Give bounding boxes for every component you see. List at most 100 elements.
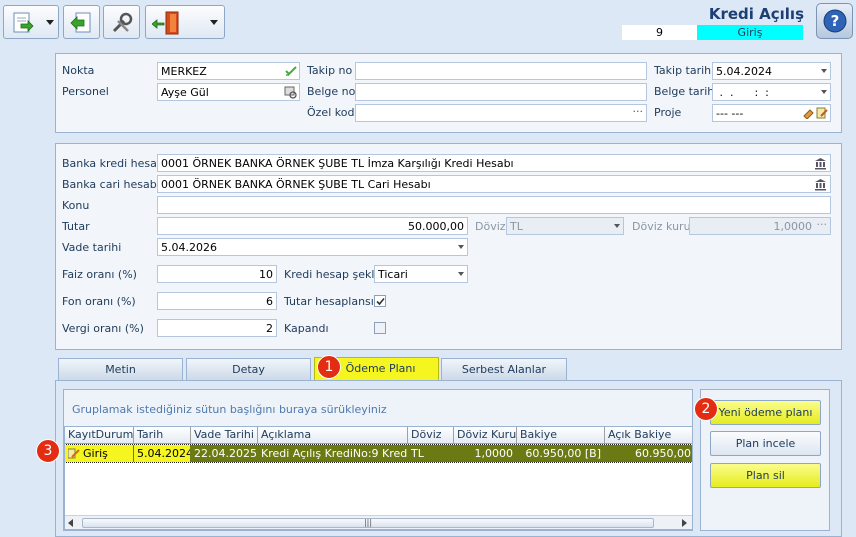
col-header-acik-bakiye[interactable]: Açık Bakiye bbox=[605, 427, 692, 443]
new-payment-plan-button[interactable]: Yeni ödeme planı bbox=[710, 400, 821, 425]
doviz-kuru-label: Döviz kuru bbox=[632, 220, 691, 233]
status-value: Giriş bbox=[83, 447, 108, 460]
vade-label: Vade tarihi bbox=[62, 241, 122, 254]
vade-field[interactable]: 5.04.2026 bbox=[157, 238, 468, 256]
belge-tarihi-value: . . : : bbox=[716, 86, 769, 99]
help-icon: ? bbox=[823, 9, 847, 33]
tab-serbest-alanlar[interactable]: Serbest Alanlar bbox=[441, 358, 567, 380]
new-document-button[interactable] bbox=[3, 5, 59, 39]
chevron-down-icon[interactable] bbox=[458, 272, 464, 276]
cell-doviz: TL bbox=[408, 445, 454, 462]
banka-kredi-label: Banka kredi hesabı bbox=[62, 157, 167, 170]
banka-kredi-field[interactable]: 0001 ÖRNEK BANKA ÖRNEK ŞUBE TL İmza Karş… bbox=[157, 154, 831, 172]
cell-vade-tarihi: 22.04.2025 bbox=[191, 445, 258, 462]
col-header-kayitdurumu[interactable]: KayıtDurumu bbox=[65, 427, 134, 443]
doviz-field: TL bbox=[506, 217, 624, 235]
tab-metin[interactable]: Metin bbox=[58, 358, 183, 380]
fon-label: Fon oranı (%) bbox=[62, 295, 136, 308]
kapandi-checkbox[interactable] bbox=[374, 322, 386, 334]
proje-value: --- --- bbox=[716, 107, 744, 120]
exit-button[interactable] bbox=[145, 5, 225, 39]
belge-no-label: Belge no bbox=[307, 85, 356, 98]
scroll-thumb[interactable]: ||| bbox=[82, 518, 654, 528]
horizontal-scrollbar[interactable]: ||| bbox=[65, 515, 692, 529]
scroll-right-icon[interactable] bbox=[682, 519, 687, 527]
table-row[interactable]: Giriş 5.04.2024 22.04.2025 Kredi Açılış … bbox=[65, 444, 692, 463]
tutar-label: Tutar bbox=[62, 220, 90, 233]
exit-dropdown-arrow-icon[interactable] bbox=[210, 20, 218, 25]
lookup-icon bbox=[284, 86, 297, 99]
cell-bakiye: 60.950,00 [B] bbox=[517, 445, 605, 462]
col-header-tarih[interactable]: Tarih bbox=[134, 427, 191, 443]
doviz-kuru-field: 1,0000 ··· bbox=[689, 217, 831, 235]
step-badge-3: 3 bbox=[36, 439, 60, 463]
takip-tarihi-field[interactable]: 5.04.2024 bbox=[712, 62, 831, 80]
group-hint: Gruplamak istediğiniz sütun başlığını bu… bbox=[72, 403, 387, 416]
edit-pencil-icon bbox=[68, 448, 80, 459]
clear-icon[interactable] bbox=[802, 107, 814, 119]
back-arrow-icon bbox=[70, 12, 91, 33]
ellipsis-icon[interactable]: ··· bbox=[633, 105, 644, 118]
belge-tarihi-label: Belge tarihi bbox=[654, 85, 718, 98]
bank-icon[interactable] bbox=[814, 178, 827, 191]
col-header-vade-tarihi[interactable]: Vade Tarihi bbox=[191, 427, 258, 443]
chevron-down-icon[interactable] bbox=[821, 69, 827, 73]
proje-field[interactable]: --- --- bbox=[712, 104, 831, 122]
col-header-bakiye[interactable]: Bakiye bbox=[517, 427, 605, 443]
record-no: 9 bbox=[622, 25, 697, 40]
scroll-left-icon[interactable] bbox=[68, 519, 73, 527]
checkmark-icon bbox=[376, 297, 385, 306]
tutar-field[interactable]: 50.000,00 bbox=[157, 217, 468, 235]
data-grid: KayıtDurumu Tarih Vade Tarihi Açıklama D… bbox=[64, 426, 693, 530]
kredi-sekli-field[interactable]: Ticari bbox=[374, 265, 468, 283]
doviz-value: TL bbox=[510, 220, 523, 233]
help-button[interactable]: ? bbox=[816, 3, 853, 39]
ozel-kod-field[interactable]: ··· bbox=[355, 104, 647, 122]
edit-icon[interactable] bbox=[816, 107, 828, 119]
ellipsis-icon: ··· bbox=[816, 218, 828, 231]
takip-no-field[interactable] bbox=[355, 62, 647, 80]
grid-header: KayıtDurumu Tarih Vade Tarihi Açıklama D… bbox=[65, 427, 692, 444]
konu-field[interactable] bbox=[157, 196, 831, 214]
dropdown-arrow-icon[interactable] bbox=[46, 20, 54, 25]
personel-label: Personel bbox=[62, 85, 109, 98]
tutar-hesap-label: Tutar hesaplansın bbox=[284, 295, 381, 308]
cell-acik-bakiye: 60.950,00 bbox=[635, 447, 691, 460]
faiz-label: Faiz oranı (%) bbox=[62, 268, 137, 281]
tab-detay[interactable]: Detay bbox=[186, 358, 311, 380]
bank-icon[interactable] bbox=[814, 157, 827, 170]
doviz-kuru-value: 1,0000 bbox=[773, 220, 813, 233]
back-button[interactable] bbox=[63, 5, 100, 39]
cell-doviz-kuru: 1,0000 bbox=[454, 445, 517, 462]
takip-no-label: Takip no bbox=[307, 64, 353, 77]
chevron-down-icon[interactable] bbox=[821, 90, 827, 94]
faiz-field[interactable]: 10 bbox=[157, 265, 277, 283]
chevron-down-icon[interactable] bbox=[458, 245, 464, 249]
fon-field[interactable]: 6 bbox=[157, 292, 277, 310]
banka-kredi-value: 0001 ÖRNEK BANKA ÖRNEK ŞUBE TL İmza Karş… bbox=[161, 157, 514, 170]
nokta-label: Nokta bbox=[62, 64, 95, 77]
cell-aciklama: Kredi Açılış KrediNo:9 Kredi Ödeme bbox=[258, 445, 408, 462]
tab-odeme-plani-label: Ödeme Planı bbox=[345, 362, 416, 375]
takip-tarihi-value: 5.04.2024 bbox=[716, 65, 772, 78]
tools-icon bbox=[112, 12, 133, 33]
belge-no-field[interactable] bbox=[355, 83, 647, 101]
row-status-cell: Giriş bbox=[65, 445, 134, 462]
vergi-field[interactable]: 2 bbox=[157, 319, 277, 337]
delete-plan-button[interactable]: Plan sil bbox=[710, 463, 821, 488]
tutar-hesap-checkbox[interactable] bbox=[374, 295, 386, 307]
banka-cari-value: 0001 ÖRNEK BANKA ÖRNEK ŞUBE TL Cari Hesa… bbox=[161, 178, 431, 191]
nokta-field[interactable]: MERKEZ bbox=[157, 62, 300, 80]
col-header-doviz-kuru[interactable]: Döviz Kuru bbox=[454, 427, 517, 443]
vergi-label: Vergi oranı (%) bbox=[62, 322, 144, 335]
belge-tarihi-field[interactable]: . . : : bbox=[712, 83, 831, 101]
tools-button[interactable] bbox=[103, 5, 140, 39]
banka-cari-field[interactable]: 0001 ÖRNEK BANKA ÖRNEK ŞUBE TL Cari Hesa… bbox=[157, 175, 831, 193]
kapandi-label: Kapandı bbox=[284, 322, 329, 335]
personel-field[interactable]: Ayşe Gül bbox=[157, 83, 300, 101]
svg-text:?: ? bbox=[831, 12, 840, 30]
kredi-sekli-value: Ticari bbox=[378, 268, 408, 281]
col-header-doviz[interactable]: Döviz bbox=[408, 427, 454, 443]
view-plan-button[interactable]: Plan incele bbox=[710, 431, 821, 456]
col-header-aciklama[interactable]: Açıklama bbox=[258, 427, 408, 443]
